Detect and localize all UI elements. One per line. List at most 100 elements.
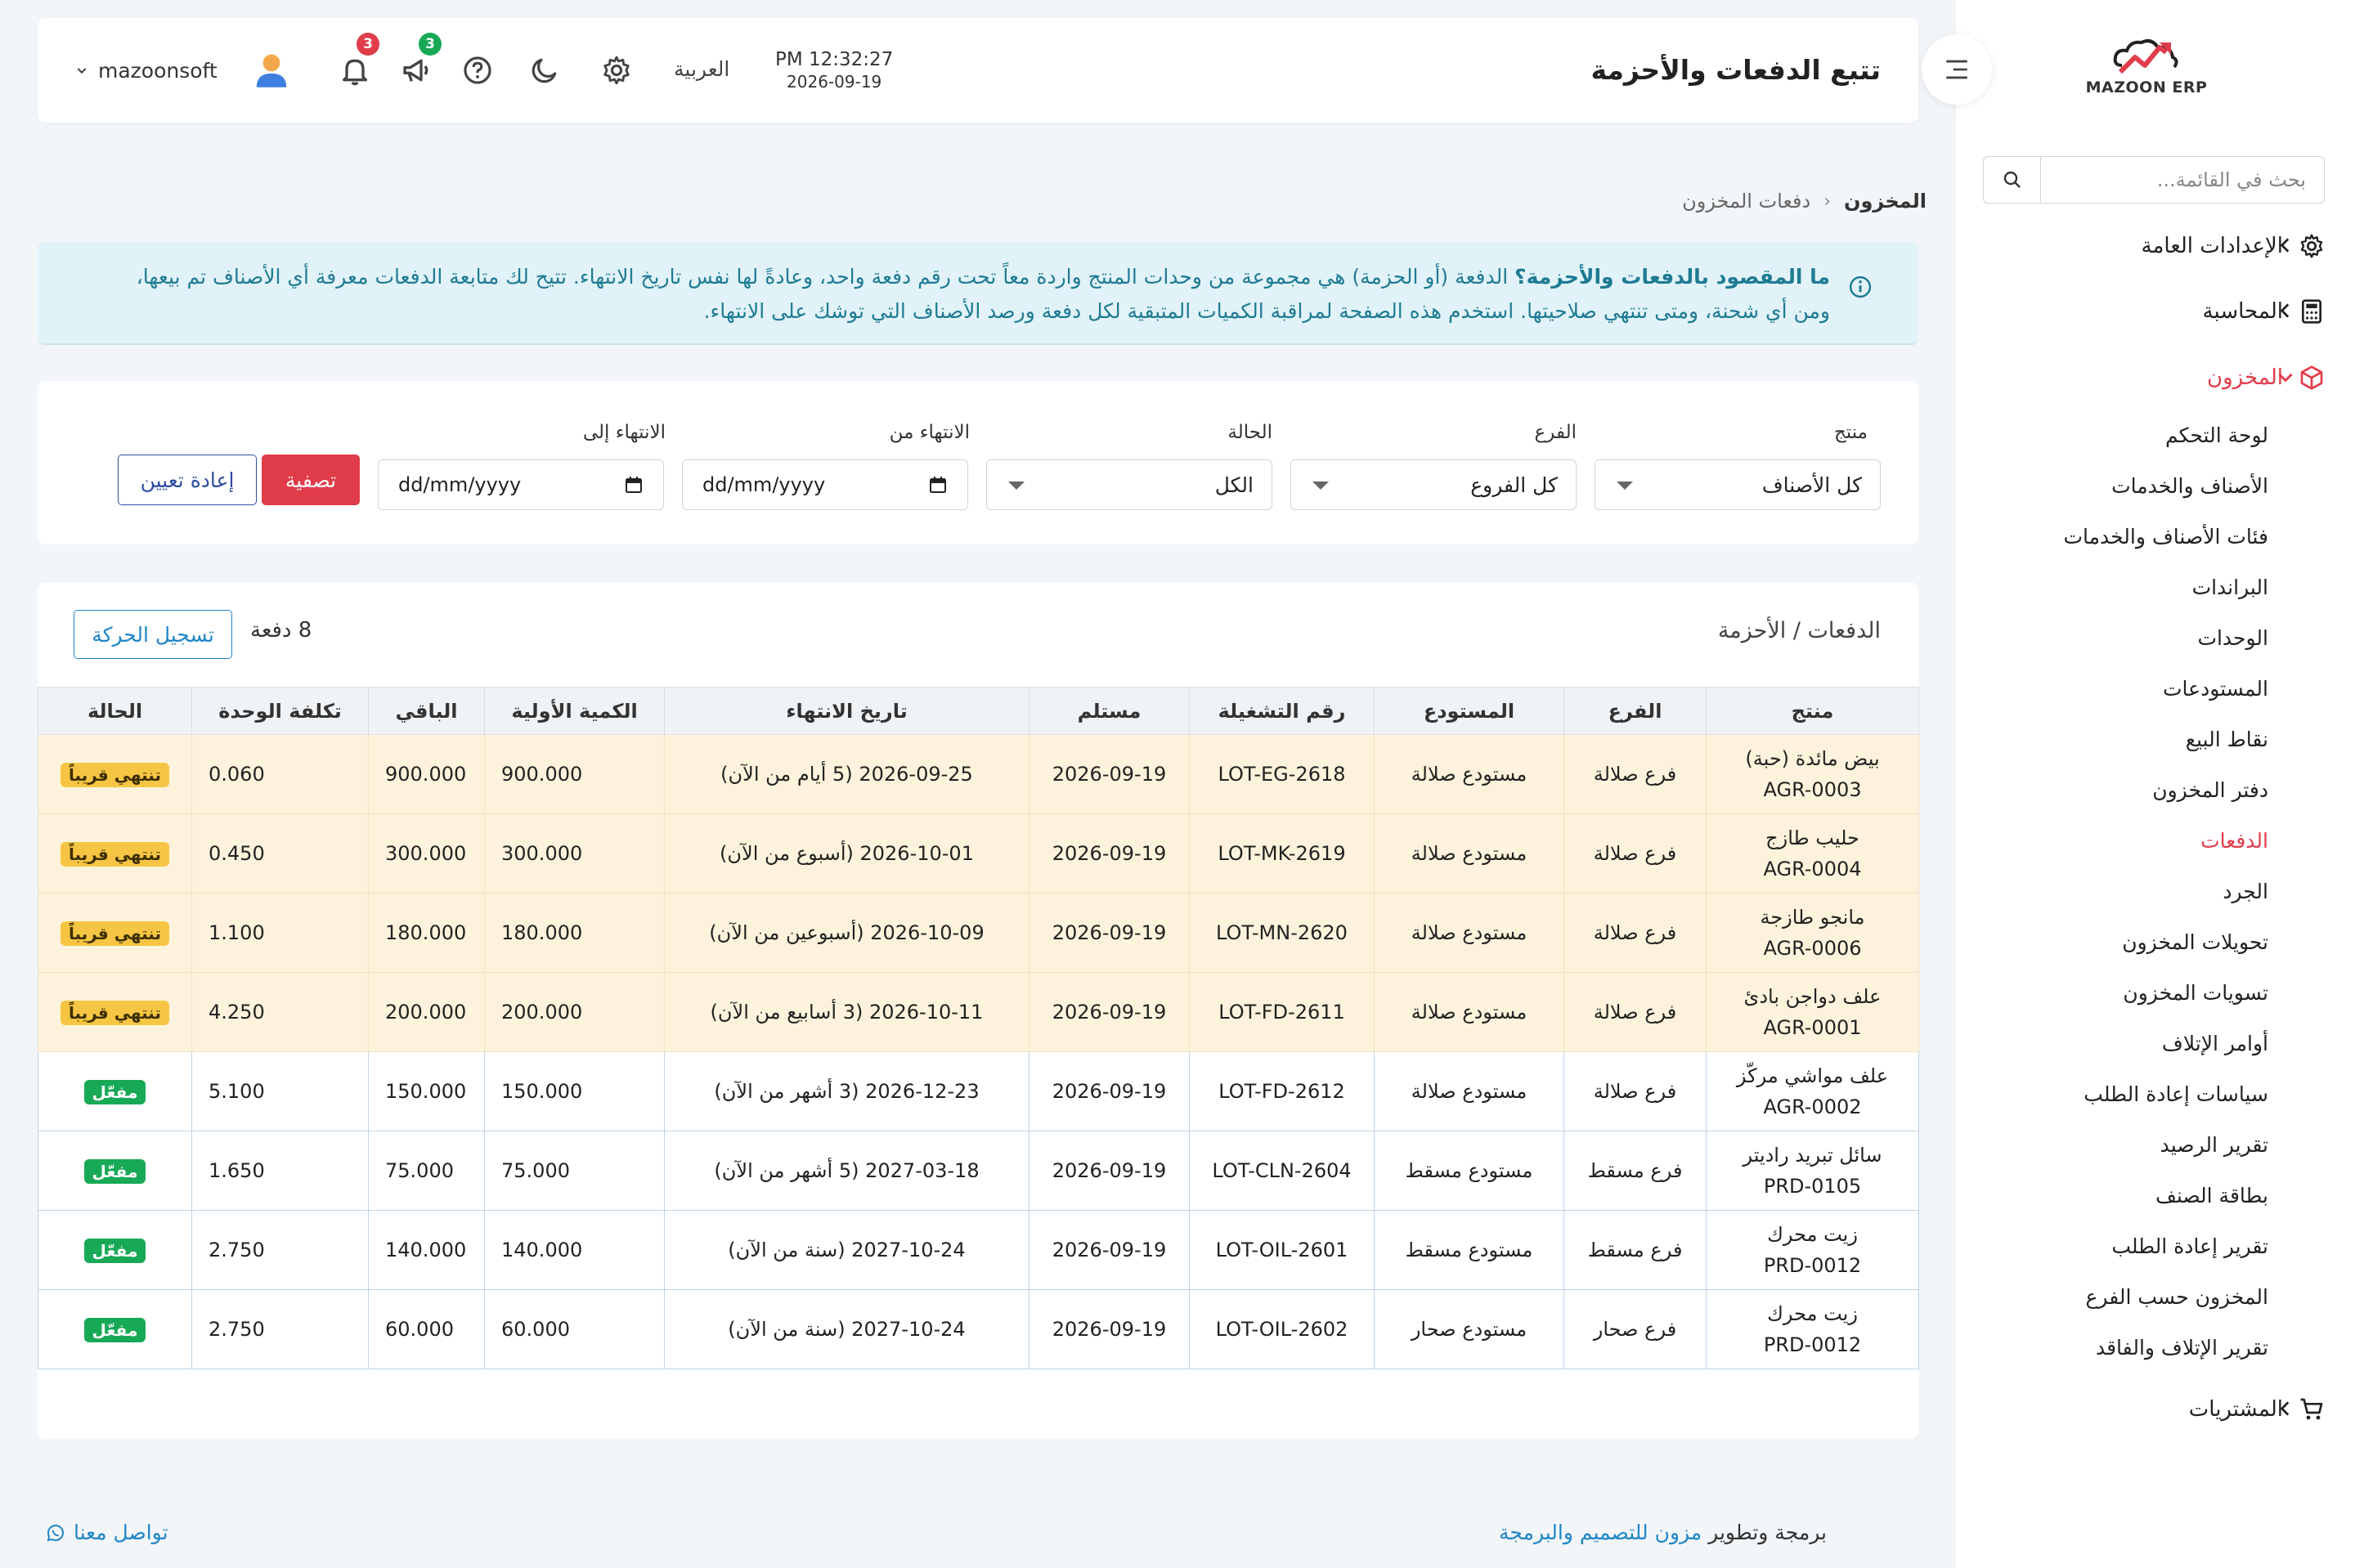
sidebar-item-adjustments[interactable]: تسويات المخزون: [2123, 981, 2268, 1005]
sidebar-item-pos[interactable]: نقاط البيع: [2186, 728, 2268, 751]
sidebar-item-lots[interactable]: الدفعات: [2200, 829, 2268, 853]
table-row[interactable]: حليب طازج AGR-0004 فرع صلالة مستودع صلالة LO…: [38, 813, 1919, 894]
sidebar-item-stocktake[interactable]: الجرد: [2223, 880, 2268, 903]
branch-cell: فرع مسقط: [1563, 1210, 1707, 1290]
branch-cell: فرع صلالة: [1563, 972, 1707, 1052]
received-cell: 2026-09-19: [1029, 1131, 1190, 1211]
contact-us-link[interactable]: تواصل معنا: [46, 1521, 168, 1544]
theme-toggle-button[interactable]: [525, 51, 564, 90]
table-row[interactable]: علف مواشي مركّز AGR-0002 فرع صلالة مستودع ص…: [38, 1051, 1919, 1131]
sidebar-item-stock-by-branch[interactable]: المخزون حسب الفرع: [2086, 1285, 2269, 1309]
remaining-qty-cell: 140.000: [368, 1210, 485, 1290]
sidebar-item-dashboard[interactable]: لوحة التحكم: [2165, 423, 2268, 447]
reset-button[interactable]: إعادة تعيين: [118, 455, 257, 505]
announcements-button[interactable]: 3: [397, 33, 442, 90]
footer: برمجة وتطوير مزون للتصميم والبرمجة تواصل…: [0, 1486, 1954, 1568]
table-row[interactable]: زيت محرك PRD-0012 فرع صحار مستودع صحار LOT-O…: [38, 1289, 1919, 1369]
column-header[interactable]: الكمية الأولية: [484, 687, 665, 735]
sidebar-item-units[interactable]: الوحدات: [2197, 626, 2268, 650]
column-header[interactable]: رقم التشغيلة: [1189, 687, 1375, 735]
sidebar-item-reorder-policies[interactable]: سياسات إعادة الطلب: [2084, 1082, 2268, 1106]
branch-filter-select[interactable]: كل الفروع: [1290, 459, 1577, 510]
status-filter-label: الحالة: [1227, 422, 1272, 443]
sidebar-item-items-services[interactable]: الأصناف والخدمات: [2111, 474, 2268, 498]
initial-qty-cell: 60.000: [484, 1289, 665, 1369]
product-code: PRD-0012: [1763, 1254, 1862, 1277]
remaining-qty-cell: 180.000: [368, 893, 485, 973]
record-movement-button[interactable]: تسجيل الحركة: [74, 610, 232, 659]
nav-group-inventory[interactable]: المخزون: [1955, 355, 2355, 401]
sidebar-search-input[interactable]: [2041, 157, 2324, 203]
status-filter-select[interactable]: الكل: [986, 459, 1272, 510]
table-row[interactable]: بيض مائدة (حبة) AGR-0003 فرع صلالة مستودع ص…: [38, 734, 1919, 814]
column-header[interactable]: تاريخ الانتهاء: [664, 687, 1029, 735]
breadcrumb-root[interactable]: المخزون: [1844, 190, 1927, 213]
warehouse-cell: مستودع صلالة: [1374, 734, 1564, 814]
column-header[interactable]: الباقي: [368, 687, 485, 735]
table-row[interactable]: مانجو طازجة AGR-0006 فرع صلالة مستودع صلالة…: [38, 893, 1919, 973]
info-question: ما المقصود بالدفعات والأحزمة؟: [1514, 265, 1830, 289]
expiry-to-input[interactable]: dd/mm/yyyy: [378, 459, 664, 510]
sidebar-search: [1983, 156, 2325, 204]
breadcrumb-separator-icon: ‹: [1823, 190, 1832, 212]
lots-count: 8 دفعة: [250, 618, 312, 643]
table-row[interactable]: سائل تبريد راديتر PRD-0105 فرع مسقط مستودع …: [38, 1131, 1919, 1211]
expiry-from-label: الانتهاء من: [889, 422, 970, 443]
product-code: PRD-0012: [1763, 1333, 1862, 1356]
status-cell: تنتهي قريباً: [38, 893, 192, 973]
branch-cell: فرع مسقط: [1563, 1131, 1707, 1211]
unit-cost-cell: 2.750: [191, 1289, 369, 1369]
sidebar: MAZOON ERP الإعدادات العامة المحاسبة الم…: [1954, 0, 2355, 1568]
unit-cost-cell: 0.450: [191, 813, 369, 894]
sidebar-item-reorder-report[interactable]: تقرير إعادة الطلب: [2111, 1234, 2268, 1258]
language-switch[interactable]: العربية: [674, 57, 729, 81]
sidebar-search-button[interactable]: [1984, 157, 2041, 203]
sidebar-item-balance-report[interactable]: تقرير الرصيد: [2160, 1133, 2268, 1157]
column-header[interactable]: منتج: [1706, 687, 1919, 735]
avatar-icon: [256, 54, 286, 87]
clock-time: PM 12:32:27: [775, 49, 894, 70]
nav-group-accounting[interactable]: المحاسبة: [1955, 289, 2355, 334]
column-header[interactable]: المستودع: [1374, 687, 1564, 735]
product-name: بيض مائدة (حبة): [1745, 747, 1880, 770]
expiry-cell: 2027-03-18 (5 أشهر من الآن): [664, 1131, 1029, 1211]
product-code: AGR-0004: [1763, 858, 1862, 880]
help-button[interactable]: [458, 51, 497, 90]
column-header[interactable]: تكلفة الوحدة: [191, 687, 369, 735]
column-header[interactable]: الفرع: [1563, 687, 1707, 735]
column-header[interactable]: الحالة: [38, 687, 192, 735]
filter-button[interactable]: تصفية: [262, 455, 360, 505]
sidebar-item-item-card[interactable]: بطاقة الصنف: [2155, 1184, 2268, 1207]
gear-icon: [603, 56, 630, 85]
sidebar-item-warehouses[interactable]: المستودعات: [2163, 677, 2268, 701]
menu-icon: [1946, 60, 1967, 79]
sidebar-item-brands[interactable]: البراندات: [2192, 576, 2268, 599]
nav-group-purchases[interactable]: المشتريات: [1955, 1387, 2355, 1432]
settings-button[interactable]: [597, 51, 636, 90]
notifications-button[interactable]: 3: [335, 33, 379, 90]
sidebar-item-disposal-orders[interactable]: أوامر الإتلاف: [2162, 1032, 2268, 1055]
whatsapp-icon: [47, 1524, 64, 1541]
table-row[interactable]: زيت محرك PRD-0012 فرع مسقط مستودع مسقط LOT-O…: [38, 1210, 1919, 1290]
sidebar-item-stock-ledger[interactable]: دفتر المخزون: [2152, 778, 2268, 802]
sidebar-item-categories[interactable]: فئات الأصناف والخدمات: [2064, 525, 2269, 549]
lot-number-cell: LOT-MK-2619: [1189, 813, 1375, 894]
sidebar-item-transfers[interactable]: تحويلات المخزون: [2122, 930, 2268, 954]
sidebar-toggle-button[interactable]: [1922, 34, 1992, 105]
footer-credit-link[interactable]: مزون للتصميم والبرمجة: [1499, 1521, 1702, 1544]
sidebar-item-disposal-report[interactable]: تقرير الإتلاف والفاقد: [2096, 1336, 2268, 1360]
user-menu[interactable]: mazoonsoft: [75, 49, 293, 92]
nav-group-general-settings[interactable]: الإعدادات العامة: [1955, 223, 2355, 269]
product-code: PRD-0105: [1763, 1175, 1862, 1198]
contact-label: تواصل معنا: [74, 1521, 168, 1544]
column-header[interactable]: مستلم: [1029, 687, 1190, 735]
table-row[interactable]: علف دواجن بادئ AGR-0001 فرع صلالة مستودع صل…: [38, 972, 1919, 1052]
expiry-from-input[interactable]: dd/mm/yyyy: [682, 459, 968, 510]
logo[interactable]: MAZOON ERP: [2085, 33, 2208, 114]
expiry-cell: 2026-12-23 (3 أشهر من الآن): [664, 1051, 1029, 1131]
product-filter-select[interactable]: كل الأصناف: [1595, 459, 1881, 510]
product-cell: بيض مائدة (حبة) AGR-0003: [1706, 734, 1919, 814]
product-cell: زيت محرك PRD-0012: [1706, 1210, 1919, 1290]
nav-group-label: المخزون: [2207, 365, 2283, 390]
expiry-cell: 2026-09-25 (5 أيام من الآن): [664, 734, 1029, 814]
